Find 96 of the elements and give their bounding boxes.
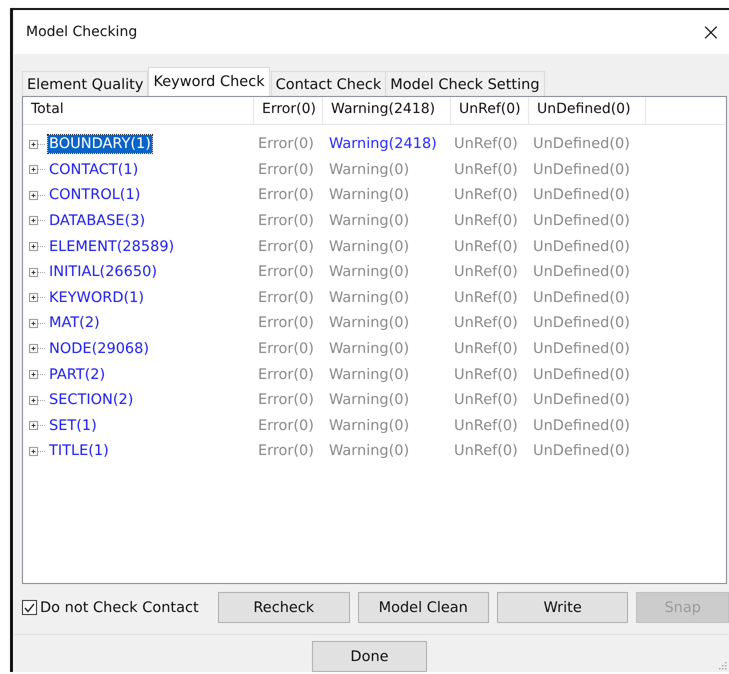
table-cell-text: UnDefined(0)	[532, 443, 631, 460]
table-cell-text: Warning(2418)	[328, 136, 438, 152]
table-cell-text: UnDefined(0)	[532, 264, 631, 280]
table-cell-text: Error(0)	[257, 443, 315, 460]
tree-item[interactable]: ELEMENT(28589)	[48, 238, 176, 256]
table-cell-text: UnRef(0)	[453, 187, 519, 204]
tree-item[interactable]: CONTACT(1)	[48, 160, 140, 179]
table-cell-text: Warning(0)	[328, 162, 410, 178]
table-cell-text: UnDefined(0)	[532, 366, 631, 382]
tree-item[interactable]: SET(1)	[48, 416, 98, 435]
column-header[interactable]: Error(0)	[254, 97, 323, 124]
tree-item[interactable]: DATABASE(3)	[48, 212, 146, 230]
expand-icon[interactable]	[29, 190, 46, 200]
table-cell-text: UnRef(0)	[453, 392, 519, 408]
table-cell-text: UnRef(0)	[453, 366, 519, 382]
expand-icon[interactable]	[29, 293, 46, 302]
table-cell-text: UnDefined(0)	[532, 238, 631, 255]
table-cell-text: UnRef(0)	[453, 162, 519, 178]
tab[interactable]: Contact Check	[270, 71, 386, 96]
close-button[interactable]: ×	[692, 18, 729, 46]
table-cell-text: Warning(0)	[328, 290, 410, 306]
resize-grip-icon[interactable]	[719, 662, 727, 670]
tab[interactable]: Model Check Setting	[385, 71, 545, 96]
table-cell-text: UnRef(0)	[453, 315, 519, 332]
table-cell-text: Error(0)	[257, 315, 315, 332]
table-cell-text: UnRef(0)	[453, 264, 519, 280]
done-button[interactable]: Done	[312, 641, 427, 672]
table-cell-text: UnRef(0)	[453, 418, 519, 434]
table-cell-text: Warning(0)	[328, 212, 410, 229]
table-cell-text: Warning(0)	[328, 366, 410, 382]
expand-icon[interactable]	[29, 396, 46, 405]
column-header[interactable]: Total	[23, 97, 254, 124]
table-cell-text: Error(0)	[257, 264, 315, 280]
table-cell-text: UnRef(0)	[453, 340, 519, 357]
table-cell-text: Error(0)	[257, 238, 315, 255]
tree-item[interactable]: TITLE(1)	[48, 442, 110, 460]
table-cell-text: Warning(0)	[328, 418, 410, 434]
expand-icon[interactable]	[29, 165, 46, 174]
table-cell-text: Warning(0)	[328, 264, 410, 280]
tab[interactable]: Element Quality	[22, 71, 148, 96]
table-cell-text: Error(0)	[257, 340, 315, 357]
table-cell-text: UnDefined(0)	[532, 212, 631, 229]
table-cell-text: Warning(0)	[328, 392, 410, 408]
expand-icon[interactable]	[29, 370, 46, 379]
tab[interactable]: Keyword Check	[148, 67, 270, 96]
table-cell-text: UnDefined(0)	[532, 340, 631, 357]
column-header[interactable]: UnDefined(0)	[529, 97, 646, 124]
expand-icon[interactable]	[29, 140, 46, 149]
tree-item[interactable]: CONTROL(1)	[48, 186, 142, 204]
expand-icon[interactable]	[29, 344, 46, 354]
table-cell-text: UnRef(0)	[453, 212, 519, 229]
tree-item[interactable]: PART(2)	[48, 366, 106, 384]
expand-icon[interactable]	[29, 242, 46, 252]
checkbox-label: Do not Check Contact	[40, 600, 199, 616]
table-cell-text: UnRef(0)	[453, 443, 519, 460]
table-cell-text: Error(0)	[257, 187, 315, 204]
table-cell-text: UnDefined(0)	[532, 418, 631, 434]
table-cell-text: Error(0)	[257, 212, 315, 229]
expand-icon[interactable]	[29, 446, 46, 456]
table-cell-text: UnDefined(0)	[532, 392, 631, 408]
table-cell-text: UnDefined(0)	[532, 187, 631, 204]
tree-item[interactable]: BOUNDARY(1)	[48, 135, 152, 154]
table-cell-text: Warning(0)	[328, 187, 410, 204]
tree-item[interactable]: SECTION(2)	[48, 391, 134, 410]
table-cell-text: Error(0)	[257, 162, 315, 178]
expand-icon[interactable]	[29, 268, 46, 277]
table-cell-text: UnRef(0)	[453, 136, 519, 152]
tree-item[interactable]: INITIAL(26650)	[48, 263, 158, 282]
table-cell-text: UnDefined(0)	[532, 290, 631, 306]
table-cell-text: UnDefined(0)	[532, 136, 631, 152]
tree-item[interactable]: NODE(29068)	[48, 340, 150, 358]
table-cell-text: Warning(0)	[328, 315, 410, 332]
expand-icon[interactable]	[29, 216, 46, 226]
tree-item[interactable]: MAT(2)	[48, 314, 101, 332]
table-cell-text: Error(0)	[257, 418, 315, 434]
table-cell-text: Error(0)	[257, 366, 315, 382]
table-cell-text: Warning(0)	[328, 340, 410, 357]
table-cell-text: Error(0)	[257, 136, 315, 152]
table-cell-text: Error(0)	[257, 392, 315, 408]
table-cell-text: Error(0)	[257, 290, 315, 306]
window-title: Model Checking	[26, 24, 138, 40]
action-button[interactable]: Model Clean	[358, 592, 489, 624]
column-header[interactable]: Warning(2418)	[323, 97, 451, 124]
action-button[interactable]: Recheck	[218, 592, 350, 624]
table-cell-text: UnRef(0)	[453, 238, 519, 255]
table-cell-text: UnDefined(0)	[532, 315, 631, 332]
table-cell-text: Warning(0)	[328, 443, 410, 460]
checkbox[interactable]	[22, 600, 37, 616]
expand-icon[interactable]	[29, 421, 46, 430]
tree-item[interactable]: KEYWORD(1)	[48, 288, 146, 307]
table-cell-text: Warning(0)	[328, 238, 410, 255]
expand-icon[interactable]	[29, 318, 46, 328]
column-header[interactable]: UnRef(0)	[451, 97, 529, 124]
table-cell-text: UnDefined(0)	[532, 162, 631, 178]
action-button[interactable]: Write	[496, 592, 628, 624]
table-cell-text: UnRef(0)	[453, 290, 519, 306]
